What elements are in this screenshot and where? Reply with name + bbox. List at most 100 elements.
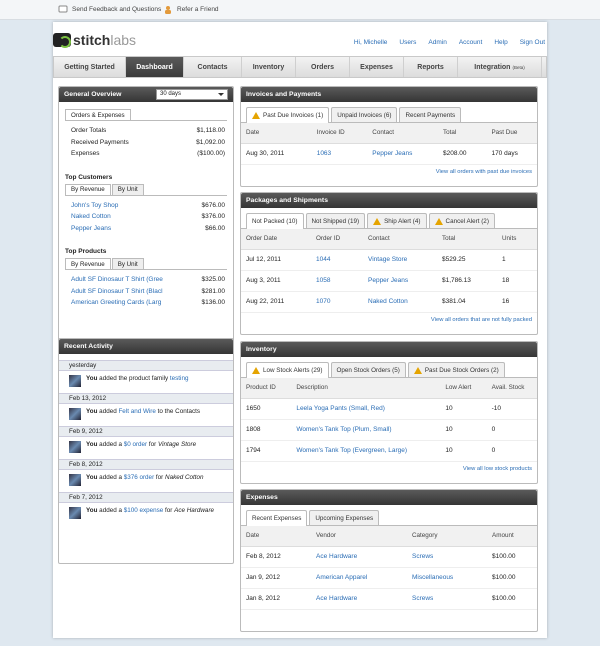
cell-link[interactable]: Women's Tank Top (Plum, Small) xyxy=(296,426,391,433)
user-link-help[interactable]: Help xyxy=(494,39,507,46)
item-link[interactable]: American Greeting Cards (Larg xyxy=(71,299,161,306)
tab-not-shipped[interactable]: Not Shipped (19) xyxy=(305,213,366,228)
table-row: Aug 3, 2011 1058 Pepper Jeans $1,786.13 18 xyxy=(241,270,537,292)
table-cell: Ace Hardware xyxy=(311,588,407,610)
tab-by-revenue[interactable]: By Revenue xyxy=(65,258,111,269)
item-link[interactable]: Adult SF Dinosaur T Shirt (Gree xyxy=(71,276,163,283)
tab-inventory[interactable]: Inventory xyxy=(242,57,296,77)
activity-link[interactable]: $100 expense xyxy=(124,507,164,514)
tab-by-revenue[interactable]: By Revenue xyxy=(65,183,111,195)
item-label: Expenses xyxy=(71,150,100,158)
table-row: 1808 Women's Tank Top (Plum, Small) 10 0 xyxy=(241,419,537,441)
cell-link[interactable]: Screws xyxy=(412,553,433,560)
item-link[interactable]: John's Toy Shop xyxy=(71,202,118,209)
warning-icon xyxy=(252,367,260,374)
tab-by-unit[interactable]: By Unit xyxy=(111,183,144,195)
item-link[interactable]: Naked Cotton xyxy=(71,213,111,220)
cell-link[interactable]: Vintage Store xyxy=(368,256,407,263)
tab-past-due-invoices[interactable]: Past Due Invoices (1) xyxy=(246,107,330,123)
tab-past-due-stock-orders[interactable]: Past Due Stock Orders (2) xyxy=(407,362,505,377)
table-cell: Jan 9, 2012 xyxy=(241,567,311,589)
view-not-packed-link[interactable]: View all orders that are not fully packe… xyxy=(241,313,537,328)
cell-value: $1,786.13 xyxy=(442,277,471,284)
cell-value: $100.00 xyxy=(492,595,516,602)
view-past-due-link[interactable]: View all orders with past due invoices xyxy=(241,165,537,180)
tab-recent-expenses[interactable]: Recent Expenses xyxy=(246,510,308,526)
tab-orders[interactable]: Orders xyxy=(296,57,350,77)
cell-link[interactable]: 1044 xyxy=(316,256,330,263)
view-low-stock-link[interactable]: View all low stock products xyxy=(241,462,537,477)
cell-link[interactable]: Ace Hardware xyxy=(316,595,357,602)
stitchlabs-logo[interactable]: stitch labs xyxy=(53,32,136,48)
cell-link[interactable]: Pepper Jeans xyxy=(368,277,408,284)
activity-link[interactable]: Felt and Wire xyxy=(118,408,155,415)
tab-upcoming-expenses[interactable]: Upcoming Expenses xyxy=(309,510,380,525)
column-header: Past Due xyxy=(486,123,537,144)
activity-text: You added a $0 order for Vintage Store xyxy=(86,441,197,448)
column-header: Low Alert xyxy=(440,378,487,399)
cell-value: 10 xyxy=(445,426,453,433)
item-link[interactable]: Pepper Jeans xyxy=(71,225,111,232)
tab-expenses[interactable]: Expenses xyxy=(350,57,404,77)
cell-link[interactable]: American Apparel xyxy=(316,574,367,581)
table-cell: Leela Yoga Pants (Small, Red) xyxy=(291,398,441,420)
activity-link[interactable]: testing xyxy=(170,375,189,382)
table-cell: Aug 3, 2011 xyxy=(241,270,311,292)
tab-ship-alert[interactable]: Ship Alert (4) xyxy=(367,213,427,228)
table-cell: Aug 22, 2011 xyxy=(241,291,311,313)
cell-link[interactable]: 1058 xyxy=(316,277,330,284)
tab-open-stock-orders[interactable]: Open Stock Orders (5) xyxy=(330,362,406,377)
tab-not-packed[interactable]: Not Packed (10) xyxy=(246,213,304,229)
user-link-account[interactable]: Account xyxy=(459,39,483,46)
item-link[interactable]: Adult SF Dinosaur T Shirt (Blacl xyxy=(71,288,163,295)
table-cell: Jul 12, 2011 xyxy=(241,249,311,271)
cell-link[interactable]: Naked Cotton xyxy=(368,298,408,305)
table-cell: 0 xyxy=(486,419,537,441)
table-cell: Jan 8, 2012 xyxy=(241,588,311,610)
table-cell: 1044 xyxy=(311,249,363,271)
activity-link[interactable]: $376 order xyxy=(124,474,154,481)
avatar xyxy=(69,507,81,519)
cell-link[interactable]: Pepper Jeans xyxy=(372,150,412,157)
tab-recent-payments[interactable]: Recent Payments xyxy=(399,107,462,122)
cell-link[interactable]: Leela Yoga Pants (Small, Red) xyxy=(296,405,385,412)
top-customers-heading: Top Customers xyxy=(65,173,113,181)
tab-getting-started[interactable]: Getting Started xyxy=(54,57,126,77)
item-value: $66.00 xyxy=(205,224,225,232)
period-select[interactable]: 30 days xyxy=(156,89,228,100)
tab-low-stock-alerts[interactable]: Low Stock Alerts (29) xyxy=(246,362,329,378)
cell-link[interactable]: Miscellaneous xyxy=(412,574,453,581)
warning-icon xyxy=(373,217,382,225)
tab-dashboard[interactable]: Dashboard xyxy=(126,57,184,77)
tab-integration[interactable]: Integration (Beta) xyxy=(458,57,542,77)
activity-link[interactable]: $0 order xyxy=(124,441,147,448)
user-link-sign-out[interactable]: Sign Out xyxy=(520,39,545,46)
panel-title: Expenses xyxy=(246,494,278,501)
cell-link[interactable]: 1070 xyxy=(316,298,330,305)
greeting-link[interactable]: Hi, Michelle xyxy=(354,39,388,46)
tab-reports[interactable]: Reports xyxy=(404,57,458,77)
cell-link[interactable]: Women's Tank Top (Evergreen, Large) xyxy=(296,447,407,454)
avatar xyxy=(69,441,81,453)
user-link-users[interactable]: Users xyxy=(399,39,416,46)
tab-cancel-alert[interactable]: Cancel Alert (2) xyxy=(428,213,495,228)
refer-friend-link[interactable]: Refer a Friend xyxy=(163,5,219,14)
table-cell: 18 xyxy=(497,270,537,292)
warning-icon xyxy=(434,217,443,225)
feedback-link[interactable]: Send Feedback and Questions xyxy=(58,5,161,14)
tab-contacts[interactable]: Contacts xyxy=(184,57,242,77)
tab-orders-expenses[interactable]: Orders & Expenses xyxy=(65,109,131,120)
table-cell: $1,786.13 xyxy=(437,270,497,292)
user-link-admin[interactable]: Admin xyxy=(428,39,446,46)
tab-unpaid-invoices[interactable]: Unpaid Invoices (6) xyxy=(331,107,398,122)
table-row: Aug 22, 2011 1070 Naked Cotton $381.04 16 xyxy=(241,291,537,313)
cell-link[interactable]: Screws xyxy=(412,595,433,602)
table-cell: Ace Hardware xyxy=(311,546,407,568)
table-cell: $100.00 xyxy=(487,546,537,568)
tab-by-unit[interactable]: By Unit xyxy=(111,258,144,269)
table-cell: Women's Tank Top (Plum, Small) xyxy=(291,419,441,441)
column-header: Date xyxy=(241,526,311,547)
cell-link[interactable]: Ace Hardware xyxy=(316,553,357,560)
cell-link[interactable]: 1063 xyxy=(317,150,331,157)
table-cell: 1808 xyxy=(241,419,292,441)
